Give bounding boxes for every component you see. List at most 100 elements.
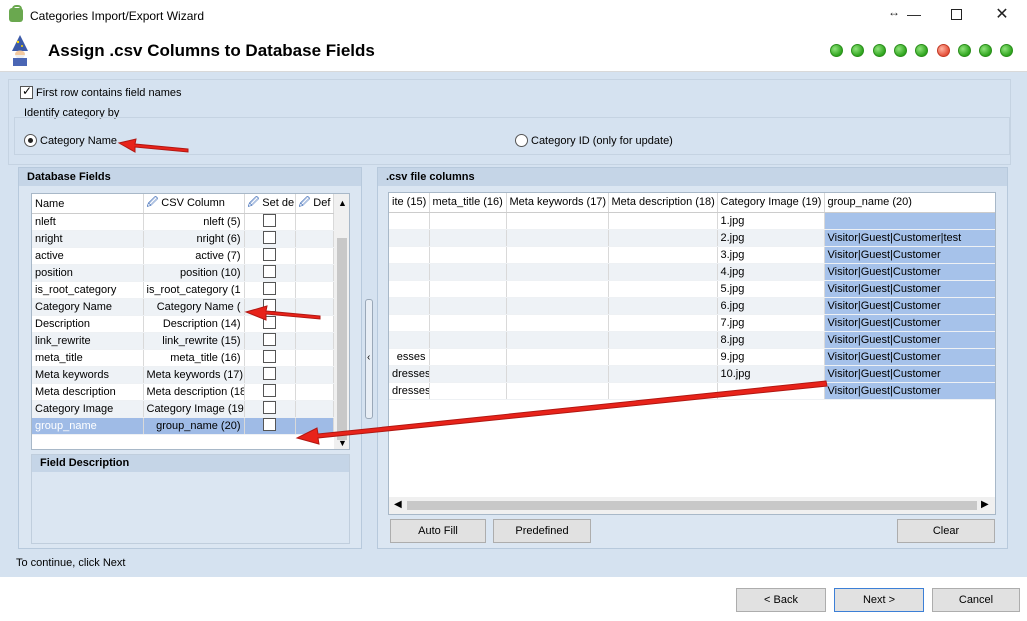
db-field-row[interactable]: nleft nleft (5): [32, 213, 334, 231]
db-field-name[interactable]: meta_title: [32, 349, 144, 367]
db-field-csv-column[interactable]: nright (6): [143, 230, 245, 248]
csv-cell-group-name[interactable]: Visitor|Guest|Customer: [824, 314, 995, 332]
collapse-left-icon[interactable]: ‹: [367, 352, 370, 363]
db-field-csv-column[interactable]: Category Image (19: [143, 400, 245, 418]
csv-cell-category-image[interactable]: 10.jpg: [717, 365, 825, 383]
radio-category-id[interactable]: [515, 134, 528, 150]
db-field-row[interactable]: nright nright (6): [32, 230, 334, 248]
db-field-name[interactable]: group_name: [32, 417, 144, 435]
set-default-checkbox[interactable]: [263, 418, 276, 431]
predefined-button[interactable]: Predefined: [493, 519, 591, 543]
set-default-checkbox[interactable]: [263, 231, 276, 244]
db-field-csv-column[interactable]: active (7): [143, 247, 245, 265]
col-name-header[interactable]: Name: [32, 194, 144, 214]
db-field-name[interactable]: Meta description: [32, 383, 144, 401]
set-default-cell[interactable]: [244, 230, 296, 248]
db-field-row[interactable]: Meta description Meta description (18: [32, 383, 334, 401]
csv-header-meta-keywords[interactable]: Meta keywords (17): [506, 193, 609, 213]
csv-cell-category-image[interactable]: 5.jpg: [717, 280, 825, 298]
db-field-row[interactable]: group_name group_name (20): [32, 417, 334, 435]
scrollbar-thumb[interactable]: [337, 238, 347, 440]
csv-row[interactable]: 1.jpg: [389, 212, 995, 230]
csv-cell-meta-keywords[interactable]: [506, 280, 609, 298]
db-field-csv-column[interactable]: meta_title (16): [143, 349, 245, 367]
csv-cell-group-name[interactable]: Visitor|Guest|Customer|test: [824, 229, 995, 247]
csv-cell-group-name[interactable]: [824, 212, 995, 230]
db-field-name[interactable]: link_rewrite: [32, 332, 144, 350]
set-default-checkbox[interactable]: [263, 299, 276, 312]
db-field-name[interactable]: Meta keywords: [32, 366, 144, 384]
csv-cell-category-image[interactable]: 1.jpg: [717, 212, 825, 230]
db-field-row[interactable]: Category Name Category Name (: [32, 298, 334, 316]
csv-header-group-name[interactable]: group_name (20): [824, 193, 995, 213]
csv-cell-meta-title[interactable]: [429, 314, 507, 332]
csv-cell-col1[interactable]: [389, 229, 430, 247]
db-field-name[interactable]: Category Name: [32, 298, 144, 316]
set-default-cell[interactable]: [244, 264, 296, 282]
back-button[interactable]: < Back: [736, 588, 826, 612]
csv-cell-category-image[interactable]: 8.jpg: [717, 331, 825, 349]
csv-cell-group-name[interactable]: Visitor|Guest|Customer: [824, 348, 995, 366]
default-value-cell[interactable]: [295, 332, 334, 350]
csv-header-col1[interactable]: ite (15): [389, 193, 430, 213]
csv-cell-meta-keywords[interactable]: [506, 246, 609, 264]
default-value-cell[interactable]: [295, 417, 334, 435]
default-value-cell[interactable]: [295, 349, 334, 367]
default-value-cell[interactable]: [295, 400, 334, 418]
csv-cell-meta-description[interactable]: [608, 212, 718, 230]
csv-cell-meta-description[interactable]: [608, 382, 718, 400]
csv-cell-meta-description[interactable]: [608, 246, 718, 264]
csv-cell-group-name[interactable]: Visitor|Guest|Customer: [824, 331, 995, 349]
csv-cell-meta-title[interactable]: [429, 382, 507, 400]
default-value-cell[interactable]: [295, 383, 334, 401]
csv-cell-meta-description[interactable]: [608, 348, 718, 366]
db-field-csv-column[interactable]: is_root_category (1: [143, 281, 245, 299]
csv-cell-col1[interactable]: [389, 246, 430, 264]
csv-row[interactable]: 3.jpg Visitor|Guest|Customer: [389, 246, 995, 264]
default-value-cell[interactable]: [295, 281, 334, 299]
csv-row[interactable]: 2.jpg Visitor|Guest|Customer|test: [389, 229, 995, 247]
csv-columns-grid[interactable]: ite (15) meta_title (16) Meta keywords (…: [388, 192, 996, 515]
csv-cell-meta-title[interactable]: [429, 297, 507, 315]
col-csv-header[interactable]: 🖉 CSV Column: [143, 194, 245, 214]
db-field-name[interactable]: Category Image: [32, 400, 144, 418]
db-field-row[interactable]: link_rewrite link_rewrite (15): [32, 332, 334, 350]
csv-row[interactable]: 5.jpg Visitor|Guest|Customer: [389, 280, 995, 298]
csv-cell-meta-title[interactable]: [429, 280, 507, 298]
db-field-name[interactable]: position: [32, 264, 144, 282]
csv-cell-meta-title[interactable]: [429, 348, 507, 366]
set-default-checkbox[interactable]: [263, 333, 276, 346]
csv-cell-meta-title[interactable]: [429, 246, 507, 264]
csv-cell-group-name[interactable]: Visitor|Guest|Customer: [824, 382, 995, 400]
csv-header-meta-title[interactable]: meta_title (16): [429, 193, 507, 213]
set-default-checkbox[interactable]: [263, 214, 276, 227]
set-default-checkbox[interactable]: [263, 265, 276, 278]
db-field-csv-column[interactable]: Meta description (18: [143, 383, 245, 401]
csv-row[interactable]: 4.jpg Visitor|Guest|Customer: [389, 263, 995, 281]
db-field-csv-column[interactable]: nleft (5): [143, 213, 245, 231]
default-value-cell[interactable]: [295, 213, 334, 231]
csv-row[interactable]: esses 9.jpg Visitor|Guest|Customer: [389, 348, 995, 366]
csv-cell-category-image[interactable]: 4.jpg: [717, 263, 825, 281]
csv-cell-meta-title[interactable]: [429, 263, 507, 281]
db-field-csv-column[interactable]: link_rewrite (15): [143, 332, 245, 350]
maximize-button[interactable]: [951, 9, 962, 20]
set-default-checkbox[interactable]: [263, 282, 276, 295]
scroll-left-icon[interactable]: ◀: [394, 499, 402, 510]
set-default-checkbox[interactable]: [263, 248, 276, 261]
auto-fill-button[interactable]: Auto Fill: [390, 519, 486, 543]
set-default-cell[interactable]: [244, 247, 296, 265]
minimize-button[interactable]: —: [904, 6, 924, 22]
scroll-down-icon[interactable]: ▼: [338, 438, 347, 448]
csv-cell-group-name[interactable]: Visitor|Guest|Customer: [824, 365, 995, 383]
close-button[interactable]: ✕: [992, 4, 1012, 24]
csv-header-meta-description[interactable]: Meta description (18): [608, 193, 718, 213]
csv-cell-meta-title[interactable]: [429, 212, 507, 230]
set-default-checkbox[interactable]: [263, 316, 276, 329]
csv-cell-meta-keywords[interactable]: [506, 263, 609, 281]
csv-row[interactable]: 8.jpg Visitor|Guest|Customer: [389, 331, 995, 349]
radio-category-name[interactable]: [24, 134, 37, 150]
db-field-row[interactable]: active active (7): [32, 247, 334, 265]
csv-cell-group-name[interactable]: Visitor|Guest|Customer: [824, 297, 995, 315]
scroll-right-icon[interactable]: ▶: [981, 499, 989, 510]
